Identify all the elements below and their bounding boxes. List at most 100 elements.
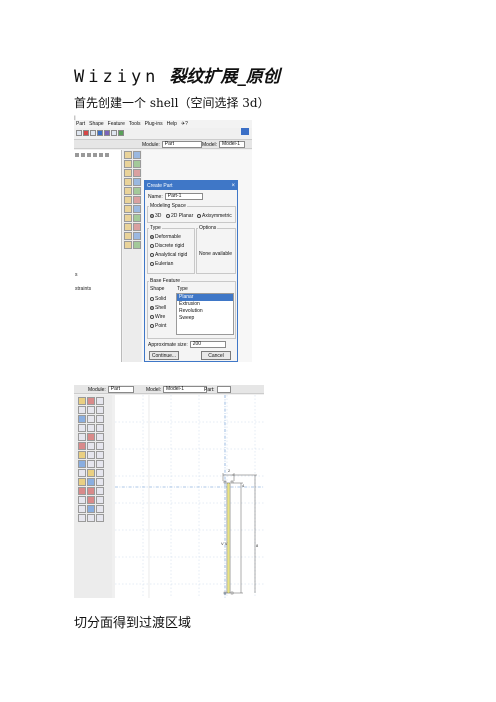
query-icon[interactable] bbox=[78, 397, 86, 405]
menu-plugins[interactable]: Plug-ins bbox=[145, 121, 163, 127]
query-icon[interactable] bbox=[241, 128, 249, 135]
type-eulerian-radio[interactable]: Eulerian bbox=[150, 261, 173, 267]
type-analytical-rigid-radio[interactable]: Analytical rigid bbox=[150, 252, 187, 258]
scale-icon[interactable] bbox=[78, 478, 86, 486]
view-icon[interactable] bbox=[87, 514, 95, 522]
auto-constrain-icon[interactable] bbox=[87, 451, 95, 459]
grid-icon[interactable] bbox=[90, 130, 96, 136]
rotate-icon[interactable] bbox=[87, 469, 95, 477]
construction-line-icon[interactable] bbox=[78, 442, 86, 450]
menu-whats-this[interactable]: ✈? bbox=[181, 121, 188, 127]
delete-icon[interactable] bbox=[87, 496, 95, 504]
round-icon[interactable] bbox=[133, 187, 141, 195]
query-part-icon[interactable] bbox=[124, 223, 132, 231]
tree-tool-icon[interactable] bbox=[99, 153, 103, 157]
spline-icon[interactable] bbox=[78, 433, 86, 441]
cut-icon[interactable] bbox=[133, 178, 141, 186]
type-deformable-radio[interactable]: Deformable bbox=[150, 234, 181, 240]
name-field[interactable]: Part-1 bbox=[164, 193, 203, 200]
tree-tool-icon[interactable] bbox=[87, 153, 91, 157]
module-combo[interactable]: Part bbox=[161, 141, 202, 148]
menu-tools[interactable]: Tools bbox=[129, 121, 141, 127]
mirror-icon[interactable] bbox=[124, 232, 132, 240]
scale-icon[interactable] bbox=[133, 232, 141, 240]
part-combo[interactable] bbox=[216, 386, 231, 393]
add-point-icon[interactable] bbox=[87, 397, 95, 405]
tree-item-constraints[interactable]: straints bbox=[75, 286, 91, 292]
datum-icon[interactable] bbox=[133, 205, 141, 213]
visibility-icon[interactable] bbox=[118, 130, 124, 136]
mirror-icon[interactable] bbox=[87, 460, 95, 468]
space-2d-radio[interactable]: 2D Planar bbox=[166, 213, 193, 219]
trim-icon[interactable] bbox=[87, 478, 95, 486]
translate-icon[interactable] bbox=[78, 469, 86, 477]
redo-icon[interactable] bbox=[87, 487, 95, 495]
space-axisymmetric-radio[interactable]: Axisymmetric bbox=[197, 213, 232, 219]
type-discrete-rigid-radio[interactable]: Discrete rigid bbox=[150, 243, 184, 249]
cancel-button[interactable]: Cancel bbox=[201, 351, 231, 360]
arc-tangent-icon[interactable] bbox=[87, 424, 95, 432]
ellipse-icon[interactable] bbox=[78, 415, 86, 423]
render-icon[interactable] bbox=[97, 130, 103, 136]
menu-help[interactable]: Help bbox=[167, 121, 177, 127]
new-icon[interactable] bbox=[76, 130, 82, 136]
revolve-icon[interactable] bbox=[133, 160, 141, 168]
shape-solid-radio[interactable]: Solid bbox=[150, 296, 166, 302]
display-icon[interactable] bbox=[133, 223, 141, 231]
shape-wire-radio[interactable]: Wire bbox=[150, 314, 165, 320]
shape-shell-radio[interactable]: Shell bbox=[150, 305, 166, 311]
select-icon[interactable] bbox=[78, 496, 86, 504]
partition-icon[interactable] bbox=[124, 205, 132, 213]
dim-width[interactable]: 2 bbox=[228, 468, 231, 473]
loft-icon[interactable] bbox=[133, 169, 141, 177]
sketch-options-icon[interactable] bbox=[78, 505, 86, 513]
feature-type-extrusion[interactable]: Extrusion bbox=[177, 301, 233, 308]
part-manager-icon[interactable] bbox=[133, 151, 141, 159]
mesh-icon[interactable] bbox=[83, 130, 89, 136]
shell-icon[interactable] bbox=[124, 178, 132, 186]
arc-icon[interactable] bbox=[87, 415, 95, 423]
feature-type-revolution[interactable]: Revolution bbox=[177, 308, 233, 315]
repair-icon[interactable] bbox=[124, 214, 132, 222]
grid-options-icon[interactable] bbox=[78, 514, 86, 522]
hole-icon[interactable] bbox=[124, 187, 132, 195]
wireframe-icon[interactable] bbox=[111, 130, 117, 136]
model-combo[interactable]: Model-1 bbox=[219, 141, 246, 148]
tree-tool-icon[interactable] bbox=[81, 153, 85, 157]
shape-point-radio[interactable]: Point bbox=[150, 323, 166, 329]
isolated-point-icon[interactable] bbox=[96, 397, 104, 405]
constraint-icon[interactable] bbox=[78, 451, 86, 459]
feature-type-sweep[interactable]: Sweep bbox=[177, 315, 233, 322]
arc-center-icon[interactable] bbox=[78, 424, 86, 432]
circle-icon[interactable] bbox=[78, 406, 86, 414]
space-3d-radio[interactable]: 3D bbox=[150, 213, 161, 219]
feature-type-planar[interactable]: Planar bbox=[177, 294, 233, 301]
tree-item[interactable]: s bbox=[75, 272, 78, 278]
model-combo[interactable]: Model-1 bbox=[163, 386, 208, 393]
extrude-icon[interactable] bbox=[124, 160, 132, 168]
tree-tool-icon[interactable] bbox=[75, 153, 79, 157]
offset-icon[interactable] bbox=[78, 460, 86, 468]
sketch-canvas[interactable]: 2 4 8 V V bbox=[115, 395, 264, 598]
shaded-icon[interactable] bbox=[104, 130, 110, 136]
virtual-topology-icon[interactable] bbox=[133, 214, 141, 222]
continue-button[interactable]: Continue... bbox=[149, 351, 179, 360]
menu-shape[interactable]: Shape bbox=[89, 121, 103, 127]
attribute-icon[interactable] bbox=[133, 241, 141, 249]
rectangle-icon[interactable] bbox=[87, 406, 95, 414]
close-icon[interactable]: × bbox=[231, 183, 235, 189]
save-sketch-icon[interactable] bbox=[87, 505, 95, 513]
tree-tool-icon[interactable] bbox=[105, 153, 109, 157]
create-part-icon[interactable] bbox=[124, 151, 132, 159]
dim-height-outer[interactable]: 8 bbox=[256, 543, 259, 548]
point-icon[interactable] bbox=[133, 196, 141, 204]
fillet-icon[interactable] bbox=[87, 433, 95, 441]
undo-icon[interactable] bbox=[78, 487, 86, 495]
tree-tool-icon[interactable] bbox=[93, 153, 97, 157]
menu-feature[interactable]: Feature bbox=[108, 121, 125, 127]
approx-size-field[interactable]: 200 bbox=[189, 341, 226, 348]
sweep-icon[interactable] bbox=[124, 169, 132, 177]
dimension-icon[interactable] bbox=[87, 442, 95, 450]
menu-part[interactable]: Part bbox=[76, 121, 85, 127]
wire-icon[interactable] bbox=[124, 196, 132, 204]
